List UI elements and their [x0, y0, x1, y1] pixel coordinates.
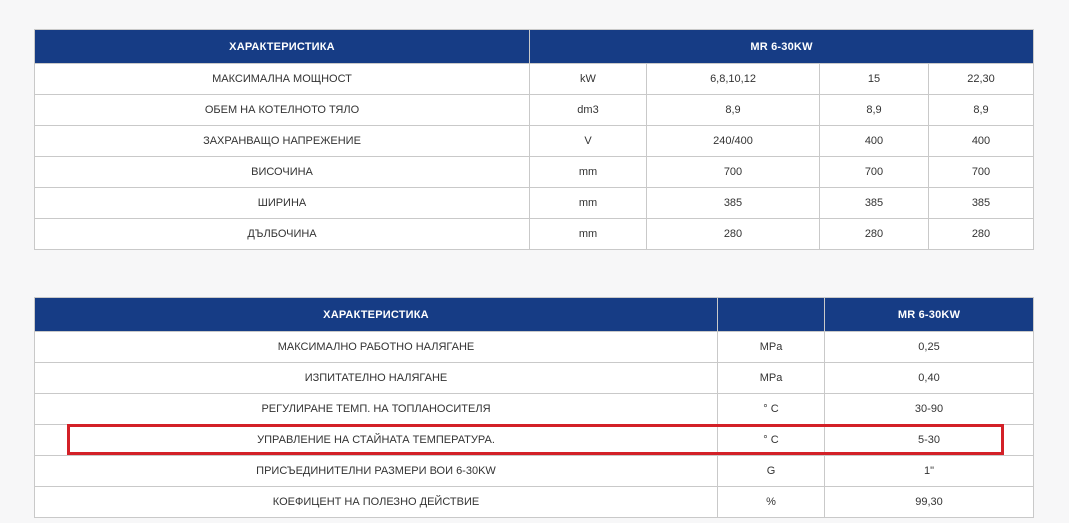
row-value: 280 — [819, 218, 929, 250]
table-header-row: ХАРАКТЕРИСТИКА MR 6-30KW — [34, 29, 1034, 64]
row-unit: dm3 — [529, 94, 647, 126]
row-unit: mm — [529, 187, 647, 219]
row-unit: MPa — [717, 331, 825, 363]
table-row: УПРАВЛЕНИЕ НА СТАЙНАТА ТЕМПЕРАТУРА. ° C … — [34, 424, 1034, 456]
row-value: 22,30 — [928, 63, 1034, 95]
row-unit: MPa — [717, 362, 825, 394]
row-unit: G — [717, 455, 825, 487]
header-model: MR 6-30KW — [824, 297, 1034, 332]
row-value: 8,9 — [819, 94, 929, 126]
row-label: ДЪЛБОЧИНА — [34, 218, 530, 250]
table-row: ВИСОЧИНА mm 700 700 700 — [34, 156, 1034, 188]
row-label: МАКСИМАЛНА МОЩНОСТ — [34, 63, 530, 95]
table-row: ДЪЛБОЧИНА mm 280 280 280 — [34, 218, 1034, 250]
row-value: 30-90 — [824, 393, 1034, 425]
row-label: ЗАХРАНВАЩО НАПРЕЖЕНИЕ — [34, 125, 530, 157]
row-label: ОБЕМ НА КОТЕЛНОТО ТЯЛО — [34, 94, 530, 126]
row-unit: mm — [529, 156, 647, 188]
table-row: МАКСИМАЛНО РАБОТНО НАЛЯГАНЕ MPa 0,25 — [34, 331, 1034, 363]
row-unit: V — [529, 125, 647, 157]
header-characteristic: ХАРАКТЕРИСТИКА — [34, 29, 530, 64]
table-row: ИЗПИТАТЕЛНО НАЛЯГАНЕ MPa 0,40 — [34, 362, 1034, 394]
table-row: ЗАХРАНВАЩО НАПРЕЖЕНИЕ V 240/400 400 400 — [34, 125, 1034, 157]
row-value: 240/400 — [646, 125, 820, 157]
table-row: КОЕФИЦЕНТ НА ПОЛЕЗНО ДЕЙСТВИЕ % 99,30 — [34, 486, 1034, 518]
row-value: 8,9 — [928, 94, 1034, 126]
row-label: ВИСОЧИНА — [34, 156, 530, 188]
row-value: 5-30 — [824, 424, 1034, 456]
table-row: ПРИСЪЕДИНИТЕЛНИ РАЗМЕРИ ВОИ 6-30KW G 1" — [34, 455, 1034, 487]
row-label: КОЕФИЦЕНТ НА ПОЛЕЗНО ДЕЙСТВИЕ — [34, 486, 718, 518]
row-value: 700 — [819, 156, 929, 188]
row-unit: kW — [529, 63, 647, 95]
row-value: 700 — [646, 156, 820, 188]
row-value: 6,8,10,12 — [646, 63, 820, 95]
row-value: 385 — [646, 187, 820, 219]
row-value: 385 — [819, 187, 929, 219]
table-row: ОБЕМ НА КОТЕЛНОТО ТЯЛО dm3 8,9 8,9 8,9 — [34, 94, 1034, 126]
row-value: 0,40 — [824, 362, 1034, 394]
row-value: 400 — [928, 125, 1034, 157]
row-value: 15 — [819, 63, 929, 95]
row-label: ПРИСЪЕДИНИТЕЛНИ РАЗМЕРИ ВОИ 6-30KW — [34, 455, 718, 487]
row-unit: ° C — [717, 393, 825, 425]
row-value: 700 — [928, 156, 1034, 188]
row-value: 280 — [928, 218, 1034, 250]
row-label: РЕГУЛИРАНЕ ТЕМП. НА ТОПЛАНОСИТЕЛЯ — [34, 393, 718, 425]
row-unit: mm — [529, 218, 647, 250]
row-value: 8,9 — [646, 94, 820, 126]
table-row: РЕГУЛИРАНЕ ТЕМП. НА ТОПЛАНОСИТЕЛЯ ° C 30… — [34, 393, 1034, 425]
table-row: МАКСИМАЛНА МОЩНОСТ kW 6,8,10,12 15 22,30 — [34, 63, 1034, 95]
row-label: УПРАВЛЕНИЕ НА СТАЙНАТА ТЕМПЕРАТУРА. — [34, 424, 718, 456]
header-characteristic: ХАРАКТЕРИСТИКА — [34, 297, 718, 332]
specs-table-operating: ХАРАКТЕРИСТИКА MR 6-30KW МАКСИМАЛНО РАБО… — [34, 297, 1034, 518]
row-value: 400 — [819, 125, 929, 157]
row-value: 99,30 — [824, 486, 1034, 518]
row-label: ШИРИНА — [34, 187, 530, 219]
row-value: 385 — [928, 187, 1034, 219]
table-header-row: ХАРАКТЕРИСТИКА MR 6-30KW — [34, 297, 1034, 332]
specs-table-dimensions: ХАРАКТЕРИСТИКА MR 6-30KW МАКСИМАЛНА МОЩН… — [34, 29, 1034, 250]
row-value: 280 — [646, 218, 820, 250]
row-unit: % — [717, 486, 825, 518]
row-label: ИЗПИТАТЕЛНО НАЛЯГАНЕ — [34, 362, 718, 394]
header-unit — [717, 297, 825, 332]
table-row: ШИРИНА mm 385 385 385 — [34, 187, 1034, 219]
row-value: 1" — [824, 455, 1034, 487]
row-unit: ° C — [717, 424, 825, 456]
row-value: 0,25 — [824, 331, 1034, 363]
row-label: МАКСИМАЛНО РАБОТНО НАЛЯГАНЕ — [34, 331, 718, 363]
header-model: MR 6-30KW — [529, 29, 1034, 64]
